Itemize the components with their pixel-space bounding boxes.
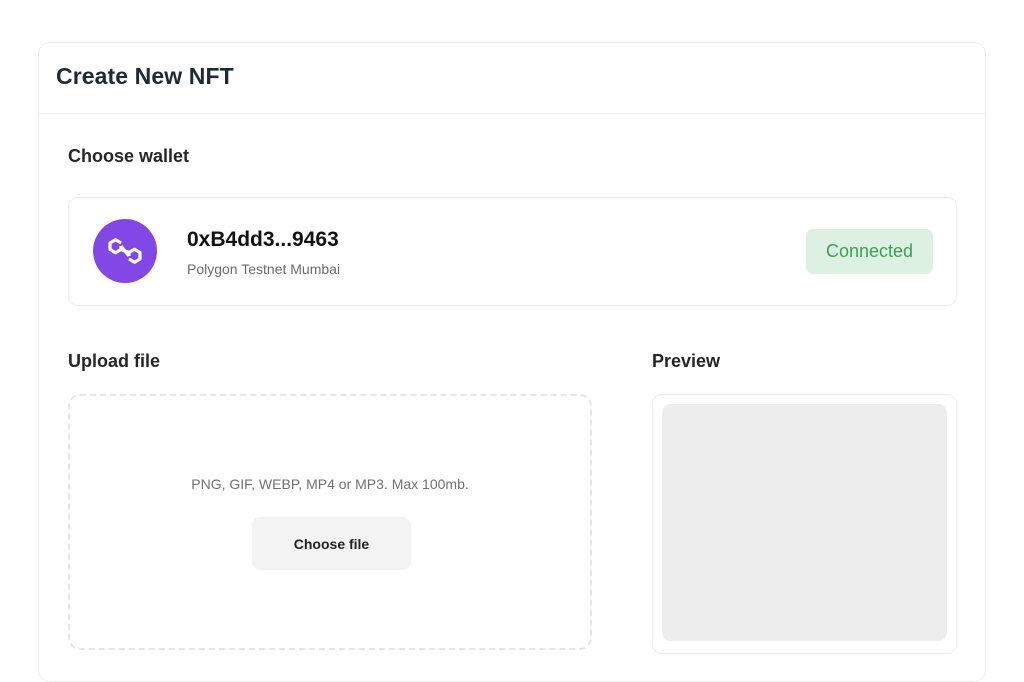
card-header: Create New NFT — [39, 43, 985, 114]
preview-label: Preview — [652, 351, 721, 371]
wallet-address: 0xB4dd3...9463 — [187, 228, 339, 251]
upload-file-label: Upload file — [68, 351, 161, 371]
page-title: Create New NFT — [56, 63, 234, 89]
upload-hint-text: PNG, GIF, WEBP, MP4 or MP3. Max 100mb. — [191, 476, 469, 492]
wallet-network: Polygon Testnet Mumbai — [187, 261, 341, 277]
file-drop-zone[interactable]: PNG, GIF, WEBP, MP4 or MP3. Max 100mb. C… — [68, 394, 592, 650]
connected-status-badge: Connected — [806, 229, 933, 274]
choose-file-button[interactable]: Choose file — [252, 517, 411, 570]
choose-wallet-label: Choose wallet — [68, 146, 190, 166]
preview-placeholder — [662, 404, 947, 641]
preview-panel — [652, 394, 957, 654]
wallet-option[interactable]: 0xB4dd3...9463 Polygon Testnet Mumbai Co… — [68, 197, 957, 306]
create-nft-card: Create New NFT Choose wallet 0xB4dd3...9… — [38, 42, 986, 682]
polygon-logo-icon — [93, 219, 157, 283]
